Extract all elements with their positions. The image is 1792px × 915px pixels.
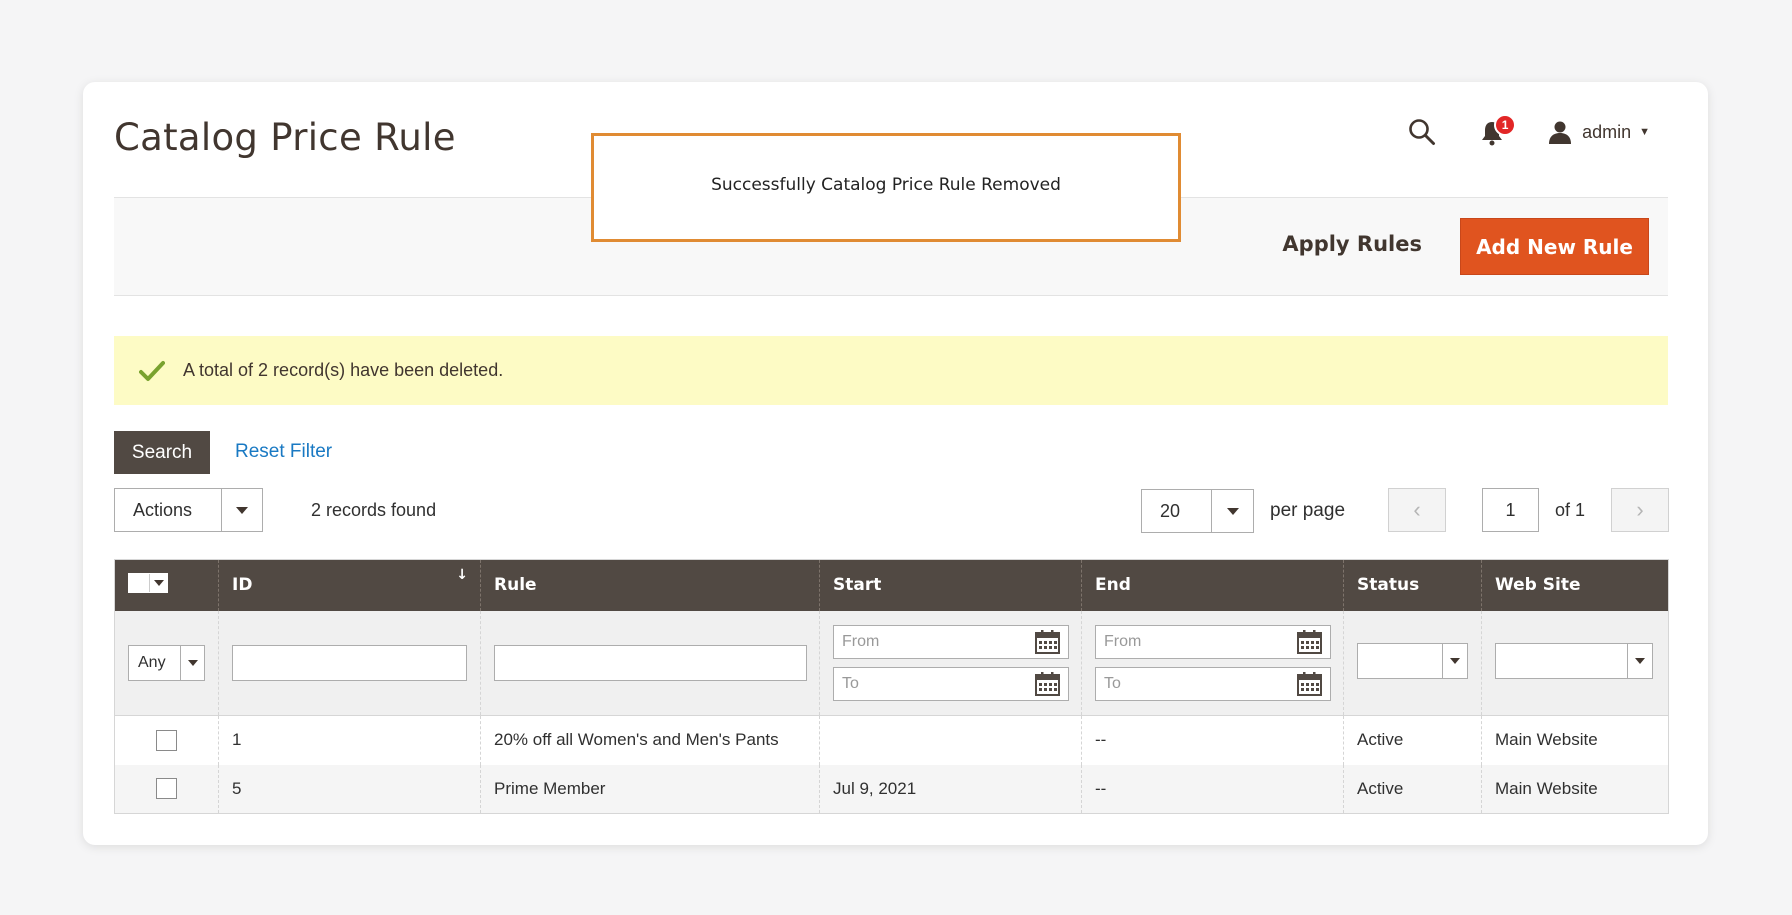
reset-filter-link[interactable]: Reset Filter [235,441,332,463]
table-row[interactable]: 5 Prime Member Jul 9, 2021 -- Active Mai… [114,764,1669,814]
records-found: 2 records found [311,500,437,520]
previous-page-button[interactable]: ‹ [1388,488,1446,532]
calendar-icon[interactable] [1035,671,1060,696]
grid-header-row: ID ↓ Rule Start End Status Web Site [114,559,1669,611]
actions-dropdown[interactable]: Actions [114,488,263,532]
end-to-placeholder: To [1104,674,1121,692]
check-icon [139,360,165,381]
end-from-placeholder: From [1104,632,1142,650]
success-message: A total of 2 record(s) have been deleted… [114,336,1668,405]
add-new-rule-button[interactable]: Add New Rule [1460,218,1649,275]
cell-status: Active [1343,715,1482,765]
column-status[interactable]: Status [1343,559,1482,611]
start-from-field[interactable]: From [833,624,1069,659]
row-checkbox[interactable] [156,778,177,800]
cell-status: Active [1343,764,1482,814]
user-menu[interactable]: admin ▼ [1548,120,1650,144]
per-page-value: 20 [1160,501,1181,521]
column-start[interactable]: Start [819,559,1082,611]
start-to-placeholder: To [842,674,859,692]
row-checkbox[interactable] [156,729,177,751]
chevron-down-icon [1627,643,1652,678]
cell-end: -- [1081,764,1344,814]
page-title: Catalog Price Rule [114,116,456,159]
chevron-down-icon [149,574,167,593]
apply-rules-button[interactable]: Apply Rules [1282,232,1422,256]
cell-id: 1 [218,715,481,765]
table-row[interactable]: 1 20% off all Women's and Men's Pants --… [114,715,1669,765]
any-filter-select[interactable]: Any [128,644,205,681]
calendar-icon[interactable] [1297,629,1322,654]
success-callout: Successfully Catalog Price Rule Removed [591,133,1181,242]
next-page-button[interactable]: › [1611,488,1669,532]
end-from-field[interactable]: From [1095,624,1331,659]
current-page-input[interactable] [1482,488,1539,532]
notifications-button[interactable]: 1 [1480,114,1517,146]
website-filter-select[interactable] [1495,642,1653,679]
cell-website: Main Website [1481,715,1669,765]
rule-filter-input[interactable] [494,644,807,681]
search-icon[interactable] [1408,118,1436,146]
chevron-down-icon [1211,490,1253,532]
message-text: A total of 2 record(s) have been deleted… [183,360,504,380]
actions-label: Actions [133,500,193,520]
calendar-icon[interactable] [1035,629,1060,654]
column-website[interactable]: Web Site [1481,559,1669,611]
filter-row: Any From To From To [114,610,1669,716]
column-id[interactable]: ID ↓ [218,559,481,611]
cell-end: -- [1081,715,1344,765]
any-filter-label: Any [138,653,166,671]
cell-id: 5 [218,764,481,814]
cell-start: Jul 9, 2021 [819,764,1082,814]
chevron-down-icon: ▼ [1639,126,1650,138]
user-icon [1549,121,1572,144]
per-page-select[interactable]: 20 [1141,489,1254,533]
start-from-placeholder: From [842,632,880,650]
calendar-icon[interactable] [1297,671,1322,696]
cell-website: Main Website [1481,764,1669,814]
column-rule[interactable]: Rule [480,559,820,611]
per-page-label: per page [1270,500,1346,521]
page-card: Catalog Price Rule 1 admin ▼ Apply Rules… [83,82,1708,845]
header-actions: 1 admin ▼ [1408,114,1650,146]
search-button[interactable]: Search [114,431,210,474]
mass-select-checkbox[interactable] [129,574,149,593]
chevron-down-icon [180,645,204,680]
mass-select-toggle[interactable] [128,573,168,594]
user-name: admin [1582,121,1632,142]
status-filter-select[interactable] [1357,642,1468,679]
id-filter-input[interactable] [232,644,467,681]
cell-start [819,715,1082,765]
chevron-down-icon [1442,643,1467,678]
start-to-field[interactable]: To [833,666,1069,701]
notification-badge: 1 [1494,114,1517,136]
column-end[interactable]: End [1081,559,1344,611]
mass-select-header [114,559,219,611]
total-pages: of 1 [1555,500,1586,520]
column-id-label: ID [232,575,253,596]
rules-grid: ID ↓ Rule Start End Status Web Site Any [114,559,1669,814]
cell-rule: 20% off all Women's and Men's Pants [480,715,820,765]
end-to-field[interactable]: To [1095,666,1331,701]
chevron-down-icon [221,489,262,531]
cell-rule: Prime Member [480,764,820,814]
sort-down-icon: ↓ [456,567,468,584]
